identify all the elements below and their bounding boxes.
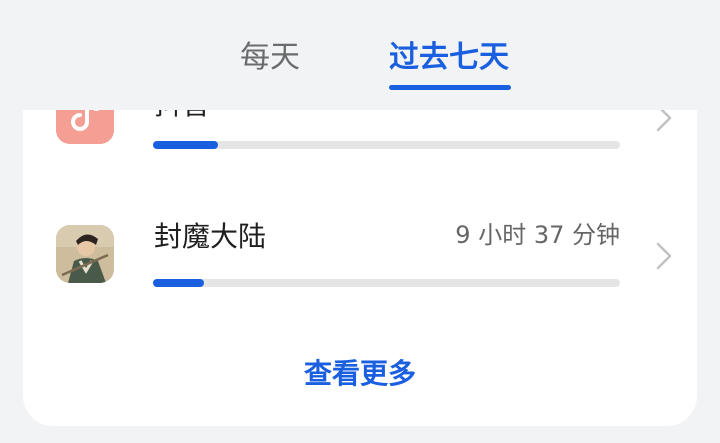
game-app-icon <box>56 225 114 283</box>
usage-bar-fengmo <box>153 279 620 287</box>
tab-active-indicator <box>389 85 511 90</box>
usage-bar-douyin <box>153 141 620 149</box>
view-more-link[interactable]: 查看更多 <box>23 354 697 394</box>
app-name-fengmo: 封魔大陆 <box>154 220 267 253</box>
usage-bar-fill <box>153 141 219 149</box>
tab-past-seven-days[interactable]: 过去七天 <box>389 36 509 80</box>
usage-time-fengmo: 9 小时 37 分钟 <box>455 221 620 249</box>
usage-bar-fill <box>153 279 205 287</box>
chevron-right-icon <box>655 241 673 271</box>
tab-bar: 每天 过去七天 <box>0 0 720 110</box>
tab-daily[interactable]: 每天 <box>240 36 300 80</box>
app-usage-card: 抖音 封魔大陆 9 小时 37 分钟 <box>23 70 697 426</box>
